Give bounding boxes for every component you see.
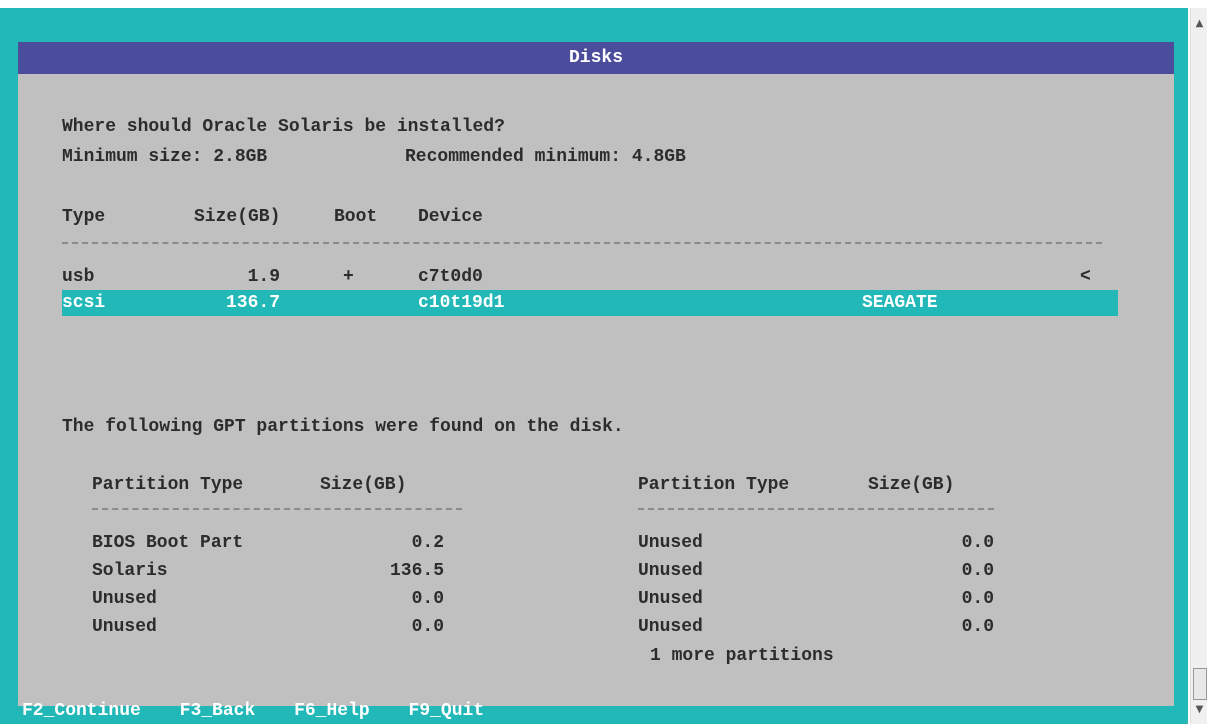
back-key[interactable]: F3_Back (180, 701, 256, 721)
disk-marker: < (1080, 267, 1091, 287)
left-partition-divider (92, 508, 462, 510)
quit-key[interactable]: F9_Quit (409, 701, 485, 721)
col-header-device: Device (418, 207, 483, 227)
partition-size: 0.0 (961, 617, 994, 637)
partition-size: 0.0 (411, 617, 444, 637)
right-partition-divider (638, 508, 994, 510)
partition-type: Unused (92, 589, 157, 609)
left-header-type: Partition Type (92, 475, 244, 495)
partitions-message: The following GPT partitions were found … (62, 417, 624, 437)
vertical-scrollbar[interactable]: ▲ ▼ (1190, 8, 1207, 724)
partition-size: 0.2 (411, 533, 444, 553)
right-header-type: Partition Type (638, 475, 790, 495)
disk-type: usb (62, 267, 95, 287)
partition-type: Unused (638, 561, 703, 581)
partition-type: Unused (92, 617, 157, 637)
scroll-up-icon[interactable]: ▲ (1191, 18, 1207, 29)
recommended-minimum: Recommended minimum: 4.8GB (405, 147, 686, 167)
disk-vendor: SEAGATE (862, 293, 938, 313)
disk-device: c7t0d0 (418, 267, 483, 287)
disk-size: 1.9 (247, 267, 280, 287)
help-key[interactable]: F6_Help (294, 701, 370, 721)
terminal-screen: Disks Where should Oracle Solaris be ins… (0, 8, 1188, 724)
partition-size: 0.0 (961, 589, 994, 609)
partition-size: 0.0 (961, 533, 994, 553)
disk-type: scsi (62, 293, 106, 313)
col-header-boot: Boot (334, 207, 378, 227)
partition-type: Solaris (92, 561, 168, 581)
table-divider (62, 242, 1102, 244)
disk-device: c10t19d1 (418, 293, 505, 313)
col-header-type: Type (62, 207, 106, 227)
minimum-size: Minimum size: 2.8GB (62, 147, 268, 167)
left-header-size: Size(GB) (320, 475, 407, 495)
disk-row-scsi-selected[interactable]: scsi 136.7 c10t19d1 SEAGATE (62, 290, 1118, 316)
continue-key[interactable]: F2_Continue (22, 701, 141, 721)
disks-panel: Disks Where should Oracle Solaris be ins… (18, 42, 1174, 706)
partition-size: 0.0 (961, 561, 994, 581)
function-key-bar: F2_Continue F3_Back F6_Help F9_Quit (22, 700, 512, 722)
partition-size: 0.0 (411, 589, 444, 609)
right-header-size: Size(GB) (868, 475, 955, 495)
install-question: Where should Oracle Solaris be installed… (62, 117, 505, 137)
scroll-grip-icon[interactable] (1193, 668, 1207, 700)
partition-type: Unused (638, 533, 703, 553)
disk-boot: + (343, 267, 354, 287)
col-header-size: Size(GB) (194, 207, 281, 227)
partition-type: Unused (638, 617, 703, 637)
more-partitions: 1 more partitions (650, 646, 834, 666)
partition-type: BIOS Boot Part (92, 533, 244, 553)
window-title: Disks (18, 42, 1174, 74)
scroll-down-icon[interactable]: ▼ (1191, 704, 1207, 715)
partition-size: 136.5 (389, 561, 444, 581)
partition-type: Unused (638, 589, 703, 609)
disk-size: 136.7 (225, 293, 280, 313)
